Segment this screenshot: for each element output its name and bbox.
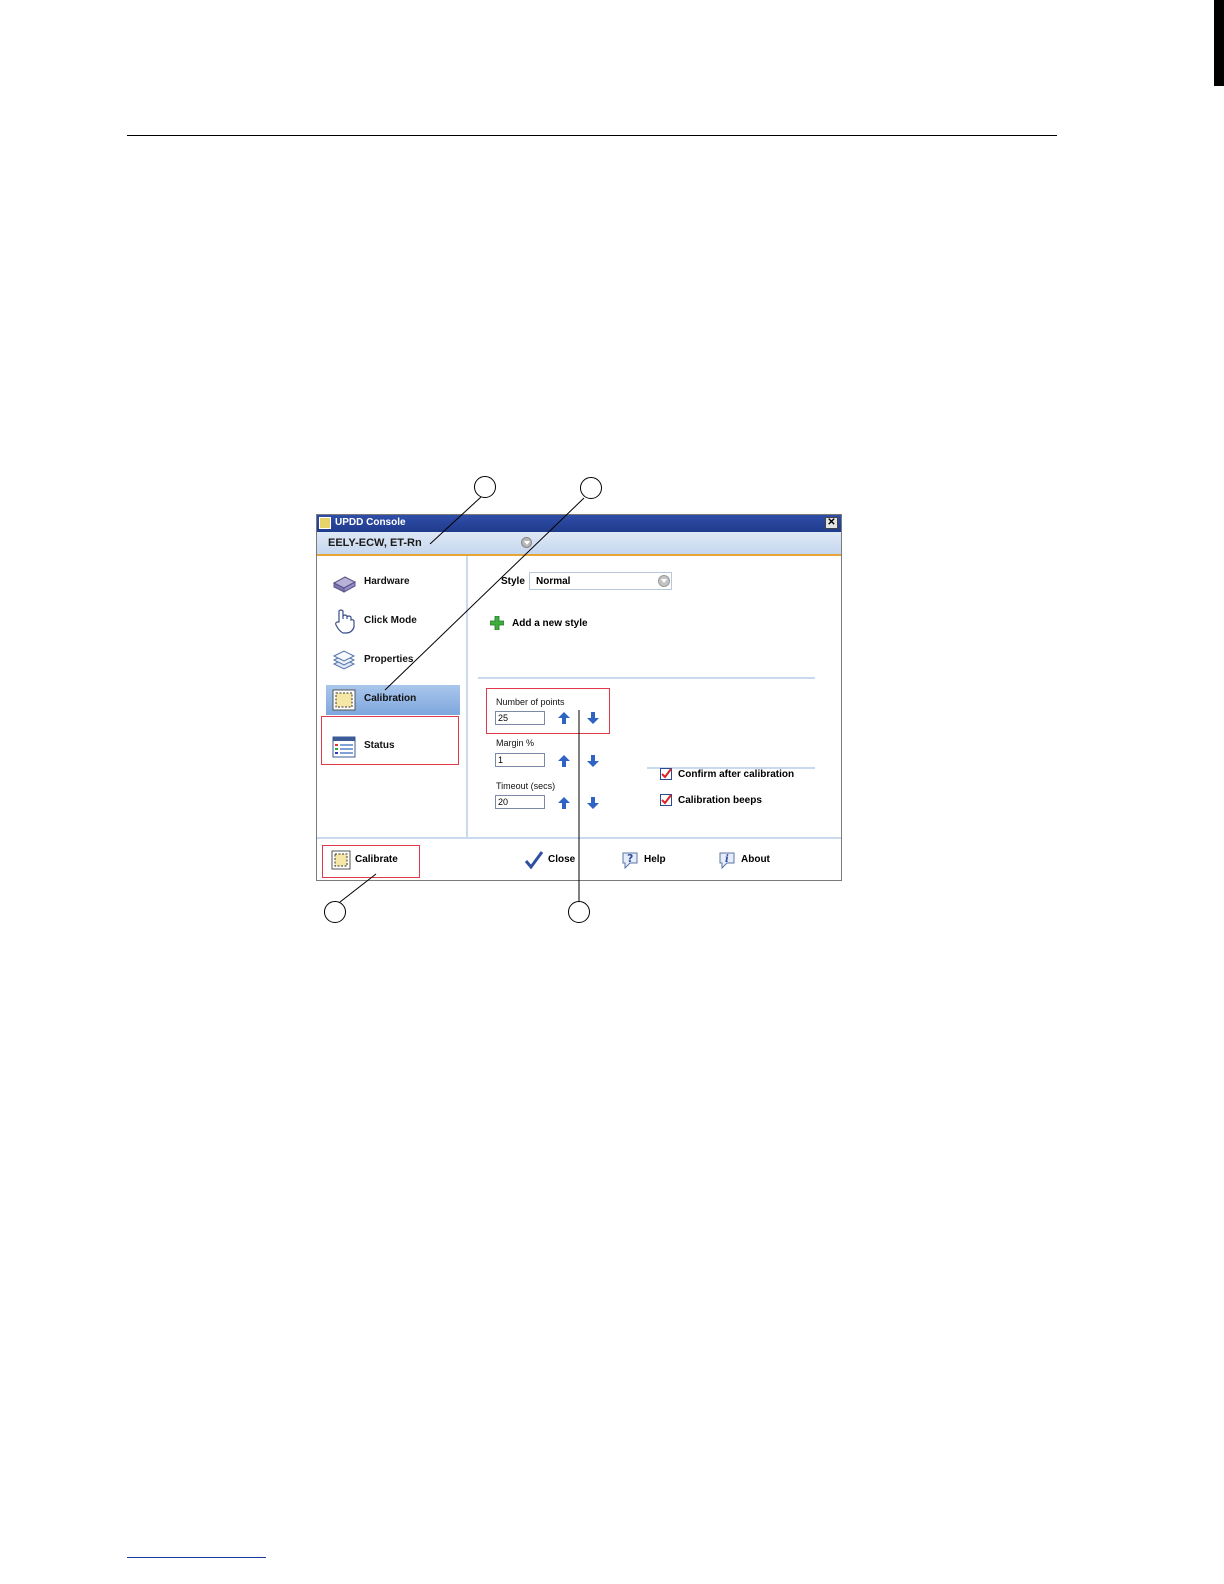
sidebar-item-properties[interactable]: Properties: [326, 646, 460, 676]
svg-text:?: ?: [627, 852, 633, 865]
sidebar-nav: Hardware Click Mode Properties Calibrati…: [317, 556, 468, 837]
hand-pointer-icon: [335, 609, 355, 634]
style-label: Style: [501, 576, 525, 587]
callout-circle-points: [568, 901, 590, 923]
style-dropdown[interactable]: Normal: [529, 572, 672, 590]
sidebar-item-hardware[interactable]: Hardware: [326, 568, 460, 598]
calibration-target-icon: [332, 689, 356, 711]
checkbox-box: [660, 794, 672, 806]
arrow-down-icon[interactable]: [586, 796, 600, 810]
page-edge-tab: [1214, 0, 1224, 86]
arrow-up-icon[interactable]: [557, 754, 571, 768]
help-question-icon: ?: [622, 852, 638, 870]
calibrate-label: Calibrate: [355, 854, 398, 865]
callout-circle-device: [474, 476, 496, 498]
arrow-up-icon[interactable]: [557, 711, 571, 725]
divider: [478, 677, 815, 679]
chevron-down-icon[interactable]: [658, 575, 670, 587]
header-rule: [127, 135, 1057, 136]
style-value: Normal: [536, 576, 571, 587]
help-label: Help: [644, 854, 666, 865]
checkbox-label: Calibration beeps: [678, 795, 762, 806]
callout-circle-calibration: [580, 477, 602, 499]
device-name[interactable]: EELY-ECW, ET-Rn: [328, 537, 422, 549]
sidebar-item-click-mode[interactable]: Click Mode: [326, 607, 460, 637]
plus-icon: [490, 616, 504, 630]
calibration-target-icon: [331, 850, 351, 870]
checkmark-icon: [524, 851, 544, 870]
updd-console-window: UPDD Console ✕ EELY-ECW, ET-Rn Hardware …: [316, 514, 842, 881]
sidebar-item-status[interactable]: Status: [326, 732, 460, 762]
footer-rule: [127, 1557, 266, 1558]
app-icon: [319, 517, 331, 529]
sidebar-item-label: Status: [364, 740, 395, 751]
checkbox-box: [660, 768, 672, 780]
bottom-toolbar: Calibrate Close ? Help i About: [317, 837, 841, 880]
sidebar-item-label: Click Mode: [364, 615, 417, 626]
svg-text:i: i: [725, 854, 729, 865]
calibration-panel: Style Normal Add a new style Number of p…: [470, 556, 841, 837]
about-label: About: [741, 854, 770, 865]
checkbox-label: Confirm after calibration: [678, 769, 795, 780]
sidebar-item-label: Calibration: [364, 693, 417, 704]
sidebar-item-label: Hardware: [364, 576, 410, 587]
checkmark-icon: [661, 768, 672, 779]
sidebar-item-calibration[interactable]: Calibration: [326, 685, 460, 715]
margin-input[interactable]: 1: [495, 753, 545, 767]
timeout-label: Timeout (secs): [496, 781, 556, 791]
device-selector-bar: EELY-ECW, ET-Rn: [317, 532, 841, 556]
number-of-points-label: Number of points: [496, 697, 565, 707]
add-style-label: Add a new style: [512, 618, 588, 629]
arrow-down-icon[interactable]: [586, 711, 600, 725]
close-label: Close: [548, 854, 576, 865]
hardware-drive-icon: [332, 576, 356, 593]
layers-icon: [332, 650, 356, 670]
margin-label: Margin %: [496, 738, 535, 748]
device-dropdown-icon[interactable]: [521, 537, 532, 548]
close-icon[interactable]: ✕: [825, 517, 838, 529]
sidebar-item-label: Properties: [364, 654, 414, 665]
timeout-input[interactable]: 20: [495, 795, 545, 809]
arrow-up-icon[interactable]: [557, 796, 571, 810]
number-of-points-input[interactable]: 25: [495, 711, 545, 725]
checkmark-icon: [661, 794, 672, 805]
info-icon: i: [719, 852, 735, 870]
callout-circle-calibrate: [324, 901, 346, 923]
arrow-down-icon[interactable]: [586, 754, 600, 768]
window-title: UPDD Console: [335, 517, 406, 528]
status-list-icon: [332, 736, 356, 758]
title-bar[interactable]: UPDD Console ✕: [317, 515, 841, 532]
